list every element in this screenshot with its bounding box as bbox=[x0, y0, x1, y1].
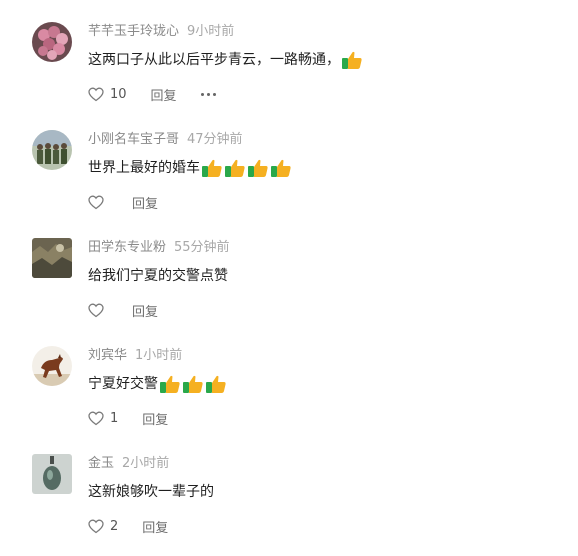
thumbs-up-emoji bbox=[183, 375, 203, 393]
comment-text: 这两口子从此以后平步青云，一路畅通， bbox=[88, 50, 363, 70]
comment-item: 小刚名车宝子哥 47分钟前 世界上最好的婚车 回复 bbox=[0, 130, 578, 230]
thumbs-up-emoji bbox=[342, 51, 362, 69]
comment-actions: 1 回复 bbox=[88, 408, 168, 428]
username[interactable]: 刘宾华 bbox=[88, 348, 127, 363]
like-count: 10 bbox=[110, 86, 127, 102]
comment-list: 芊芊玉手玲珑心 9小时前 这两口子从此以后平步青云，一路畅通， 10 回复 小刚… bbox=[0, 0, 578, 556]
reply-button[interactable]: 回复 bbox=[132, 193, 158, 212]
comment-text-content: 宁夏好交警 bbox=[88, 376, 158, 392]
comment-meta: 刘宾华 1小时前 bbox=[88, 348, 182, 364]
heart-outline-icon bbox=[88, 87, 104, 101]
heart-outline-icon bbox=[88, 195, 104, 209]
reply-button[interactable]: 回复 bbox=[132, 301, 158, 320]
comment-meta: 田学东专业粉 55分钟前 bbox=[88, 240, 230, 256]
comment-actions: 回复 bbox=[88, 300, 158, 320]
thumbs-up-emoji bbox=[248, 159, 268, 177]
like-button[interactable]: 2 bbox=[88, 519, 118, 534]
like-button[interactable] bbox=[88, 303, 104, 318]
timestamp: 2小时前 bbox=[122, 456, 170, 471]
comment-meta: 芊芊玉手玲珑心 9小时前 bbox=[88, 24, 234, 40]
thumbs-up-emoji bbox=[160, 375, 180, 393]
ellipsis-icon[interactable] bbox=[200, 92, 216, 96]
like-button[interactable]: 10 bbox=[88, 87, 127, 102]
comment-actions: 2 回复 bbox=[88, 516, 168, 536]
comment-text: 宁夏好交警 bbox=[88, 374, 227, 394]
avatar[interactable] bbox=[32, 346, 72, 386]
timestamp: 47分钟前 bbox=[187, 132, 243, 147]
comment-text-content: 世界上最好的婚车 bbox=[88, 160, 200, 176]
thumbs-up-emoji bbox=[271, 159, 291, 177]
like-count: 2 bbox=[110, 518, 119, 534]
reply-button[interactable]: 回复 bbox=[151, 85, 177, 104]
comment-text: 世界上最好的婚车 bbox=[88, 158, 292, 178]
thumbs-up-emoji bbox=[225, 159, 245, 177]
avatar[interactable] bbox=[32, 454, 72, 494]
heart-outline-icon bbox=[88, 519, 104, 533]
timestamp: 55分钟前 bbox=[174, 240, 230, 255]
timestamp: 1小时前 bbox=[135, 348, 183, 363]
thumbs-up-emoji bbox=[206, 375, 226, 393]
comment-item: 金玉 2小时前 这新娘够吹一辈子的 2 回复 bbox=[0, 454, 578, 554]
avatar[interactable] bbox=[32, 130, 72, 170]
avatar[interactable] bbox=[32, 22, 72, 62]
like-button[interactable]: 1 bbox=[88, 411, 118, 426]
comment-item: 芊芊玉手玲珑心 9小时前 这两口子从此以后平步青云，一路畅通， 10 回复 bbox=[0, 22, 578, 122]
comment-text-content: 给我们宁夏的交警点赞 bbox=[88, 268, 228, 284]
reply-button[interactable]: 回复 bbox=[142, 517, 168, 536]
comment-actions: 回复 bbox=[88, 192, 158, 212]
comment-text-content: 这新娘够吹一辈子的 bbox=[88, 484, 214, 500]
like-button[interactable] bbox=[88, 195, 104, 210]
timestamp: 9小时前 bbox=[187, 24, 235, 39]
comment-text: 这新娘够吹一辈子的 bbox=[88, 482, 214, 502]
avatar[interactable] bbox=[32, 238, 72, 278]
heart-outline-icon bbox=[88, 411, 104, 425]
comment-text-content: 这两口子从此以后平步青云，一路畅通， bbox=[88, 52, 340, 68]
comment-meta: 小刚名车宝子哥 47分钟前 bbox=[88, 132, 243, 148]
username[interactable]: 芊芊玉手玲珑心 bbox=[88, 24, 179, 39]
comment-meta: 金玉 2小时前 bbox=[88, 456, 169, 472]
comment-item: 刘宾华 1小时前 宁夏好交警 1 回复 bbox=[0, 346, 578, 446]
thumbs-up-emoji bbox=[202, 159, 222, 177]
heart-outline-icon bbox=[88, 303, 104, 317]
comment-actions: 10 回复 bbox=[88, 84, 216, 104]
reply-button[interactable]: 回复 bbox=[142, 409, 168, 428]
comment-text: 给我们宁夏的交警点赞 bbox=[88, 266, 228, 286]
username[interactable]: 小刚名车宝子哥 bbox=[88, 132, 179, 147]
like-count: 1 bbox=[110, 410, 119, 426]
comment-item: 田学东专业粉 55分钟前 给我们宁夏的交警点赞 回复 bbox=[0, 238, 578, 338]
username[interactable]: 金玉 bbox=[88, 456, 114, 471]
username[interactable]: 田学东专业粉 bbox=[88, 240, 166, 255]
